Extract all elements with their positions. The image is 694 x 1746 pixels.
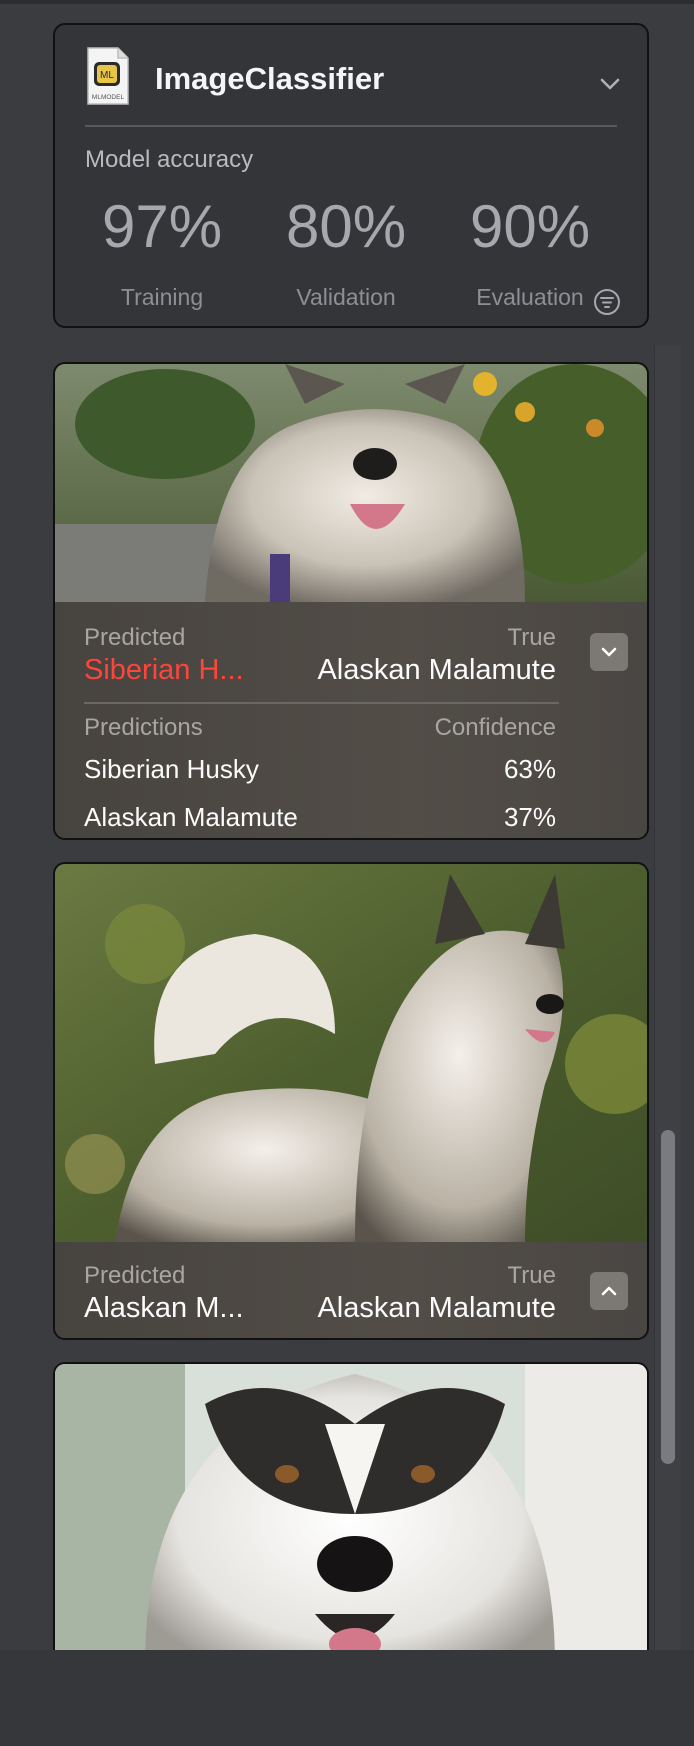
sample-card[interactable]: Predicted True Alaskan M... Alaskan Mala…	[53, 862, 649, 1340]
collapse-button[interactable]	[590, 633, 628, 671]
predictions-header: Predictions	[84, 714, 203, 741]
prediction-class: Siberian Husky	[84, 754, 259, 784]
filter-icon[interactable]	[593, 288, 621, 316]
metric-label: Training	[120, 284, 204, 310]
sample-card[interactable]	[53, 1362, 649, 1662]
expand-button[interactable]	[590, 1272, 628, 1310]
sample-photo	[55, 364, 647, 602]
true-value: Alaskan Malamute	[317, 1292, 556, 1324]
predicted-value: Siberian H...	[84, 654, 244, 686]
metric-value: 97%	[101, 193, 223, 260]
model-name: ImageClassifier	[155, 61, 385, 96]
predicted-label: Predicted	[84, 624, 186, 651]
metric-label: Validation	[296, 284, 396, 310]
mlmodel-type-text: MLMODEL	[92, 94, 125, 101]
confidence-header: Confidence	[434, 714, 556, 741]
chevron-down-icon[interactable]	[599, 73, 621, 95]
model-summary-card: ML MLMODEL ImageClassifier Model accurac…	[53, 23, 649, 328]
metric-training: 97% Training	[72, 197, 252, 311]
predictions-divider	[84, 702, 559, 704]
prediction-panel: Predicted True Siberian H... Alaskan Mal…	[55, 602, 647, 838]
prediction-confidence: 37%	[503, 802, 556, 832]
list-footer-area	[0, 1650, 694, 1746]
predicted-label: Predicted	[84, 1262, 186, 1289]
mlmodel-file-icon: ML MLMODEL	[87, 47, 129, 105]
true-label: True	[507, 624, 556, 651]
sample-photo	[55, 864, 647, 1242]
sample-card[interactable]: Predicted True Siberian H... Alaskan Mal…	[53, 362, 649, 840]
header-divider	[85, 125, 617, 127]
true-label: True	[507, 1262, 556, 1289]
prediction-confidence: 63%	[503, 754, 556, 784]
prediction-class: Alaskan Malamute	[84, 802, 298, 832]
true-value: Alaskan Malamute	[317, 654, 556, 686]
chevron-up-icon	[601, 1286, 617, 1296]
metric-value: 90%	[469, 193, 591, 260]
window-top-edge	[0, 0, 694, 4]
prediction-panel: Predicted True Alaskan M... Alaskan Mala…	[55, 1242, 647, 1338]
predicted-value: Alaskan M...	[84, 1292, 244, 1324]
scrollbar-thumb[interactable]	[661, 1130, 675, 1464]
sample-photo	[55, 1364, 647, 1660]
accuracy-label: Model accuracy	[85, 146, 254, 173]
metric-value: 80%	[285, 193, 407, 260]
chevron-down-icon	[601, 647, 617, 657]
metric-validation: 80% Validation	[256, 197, 436, 311]
mlmodel-badge-text: ML	[100, 70, 114, 81]
